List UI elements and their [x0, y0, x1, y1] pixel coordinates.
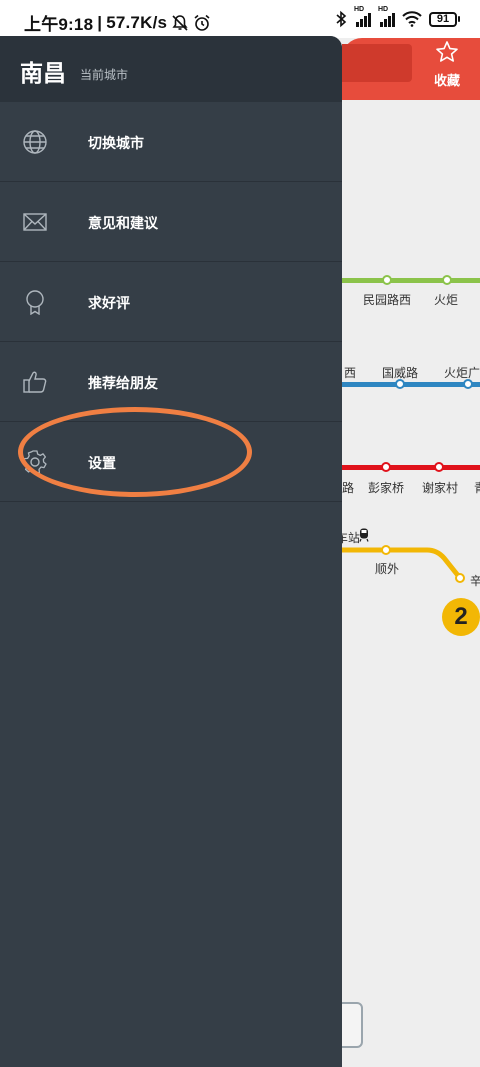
battery-icon: 91	[429, 11, 460, 27]
status-bar: 上午9:18 | 57.7K/s HD HD 91	[0, 0, 480, 38]
status-left: 上午9:18 | 57.7K/s	[24, 10, 211, 35]
menu-item-feedback[interactable]: 意见和建议	[0, 182, 342, 262]
station-marker[interactable]	[382, 275, 392, 285]
signal-icon: HD	[378, 6, 395, 27]
station-marker[interactable]	[442, 275, 452, 285]
status-time: 上午9:18	[24, 15, 94, 34]
mute-icon	[172, 14, 188, 31]
drawer-menu: 切换城市 意见和建议 求好评 推荐给朋友 设置	[0, 102, 342, 502]
globe-icon	[23, 130, 47, 154]
line-blue	[342, 382, 480, 387]
navigation-drawer: 南昌 当前城市 切换城市 意见和建议 求好评 推荐给朋友 设置	[0, 36, 342, 1067]
station-marker[interactable]	[434, 462, 444, 472]
menu-item-label: 推荐给朋友	[88, 375, 158, 391]
line-yellow	[342, 547, 462, 580]
station-label: 谢家村	[422, 481, 459, 495]
battery-level: 91	[429, 11, 457, 27]
star-icon	[436, 41, 458, 62]
current-city-label: 当前城市	[80, 68, 129, 82]
network-speed: 57.7K/s	[106, 12, 168, 32]
station-label: 路	[342, 481, 355, 495]
signal-hd-label: HD	[378, 6, 389, 13]
station-label: 西	[344, 366, 357, 380]
search-input[interactable]	[342, 44, 412, 82]
signal-hd-label: HD	[354, 6, 365, 13]
menu-item-label: 设置	[88, 455, 116, 471]
gear-icon	[22, 450, 47, 475]
subway-map[interactable]: 民园路西 火炬 西 国威路 火炬广 路 彭家桥 谢家村 青 车站 顺外 辛 2	[342, 100, 480, 1067]
station-label: 彭家桥	[368, 481, 405, 495]
status-right: HD HD 91	[335, 6, 460, 28]
station-label: 青	[474, 479, 480, 496]
station-marker[interactable]	[395, 379, 405, 389]
station-label: 辛	[470, 574, 480, 588]
station-label: 火炬广	[444, 366, 480, 380]
menu-item-recommend[interactable]: 推荐给朋友	[0, 342, 342, 422]
bluetooth-icon	[336, 10, 347, 28]
map-control-button[interactable]	[342, 1002, 363, 1048]
line-green	[342, 278, 480, 283]
menu-item-rate[interactable]: 求好评	[0, 262, 342, 342]
drawer-header: 南昌 当前城市	[0, 36, 342, 102]
line-2-badge[interactable]: 2	[442, 598, 480, 636]
current-city-name: 南昌	[20, 60, 66, 86]
station-marker[interactable]	[381, 545, 391, 555]
line-red	[342, 465, 480, 470]
wifi-icon	[402, 11, 422, 27]
menu-item-label: 意见和建议	[88, 215, 158, 231]
alarm-icon	[194, 14, 210, 31]
signal-icon: HD	[354, 6, 371, 27]
station-label: 顺外	[375, 562, 400, 576]
menu-item-label: 求好评	[88, 295, 130, 311]
thumbs-up-icon	[23, 371, 47, 393]
station-marker[interactable]	[381, 462, 391, 472]
station-label: 民园路西	[363, 293, 412, 307]
station-label: 火炬	[434, 293, 459, 307]
station-marker[interactable]	[455, 573, 465, 583]
menu-item-settings[interactable]: 设置	[0, 422, 342, 502]
favorite-button[interactable]: 收藏	[424, 40, 470, 88]
mail-icon	[23, 213, 47, 231]
favorite-label: 收藏	[433, 73, 460, 88]
station-marker[interactable]	[463, 379, 473, 389]
award-icon	[26, 290, 44, 315]
status-separator: |	[97, 12, 103, 32]
menu-item-label: 切换城市	[88, 135, 144, 151]
menu-item-switch-city[interactable]: 切换城市	[0, 102, 342, 182]
